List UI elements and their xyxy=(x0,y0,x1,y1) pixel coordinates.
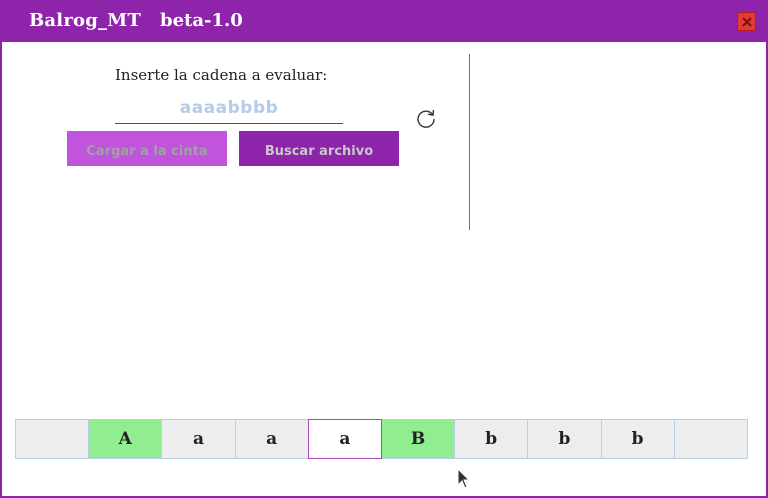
load-tape-button[interactable]: Cargar a la cinta xyxy=(67,131,227,166)
tape-cell: a xyxy=(161,419,236,459)
tape-cell: b xyxy=(527,419,602,459)
tape-cell xyxy=(673,419,748,459)
browse-file-button[interactable]: Buscar archivo xyxy=(239,131,399,166)
tape-cell: b xyxy=(454,419,529,459)
tape-cell: b xyxy=(600,419,675,459)
mouse-pointer-icon xyxy=(457,468,471,489)
refresh-icon[interactable] xyxy=(415,107,437,129)
app-version: beta-1.0 xyxy=(160,10,243,31)
close-icon xyxy=(742,17,752,27)
tape-cell: B xyxy=(380,419,456,459)
vertical-divider xyxy=(469,54,470,230)
turing-tape: AaaaBbbb xyxy=(15,419,757,459)
tape-cell-head: a xyxy=(307,419,382,459)
chain-input[interactable] xyxy=(115,92,343,124)
close-button[interactable] xyxy=(737,12,756,31)
tape-cell: a xyxy=(234,419,309,459)
app-title: Balrog_MT xyxy=(29,10,141,31)
app-window: Balrog_MT beta-1.0 Inserte la cadena a e… xyxy=(0,0,768,498)
title-bar: Balrog_MT beta-1.0 xyxy=(2,0,768,42)
tape-cell: A xyxy=(88,419,163,459)
tape-cell xyxy=(15,419,90,459)
chain-prompt-label: Inserte la cadena a evaluar: xyxy=(115,66,328,84)
